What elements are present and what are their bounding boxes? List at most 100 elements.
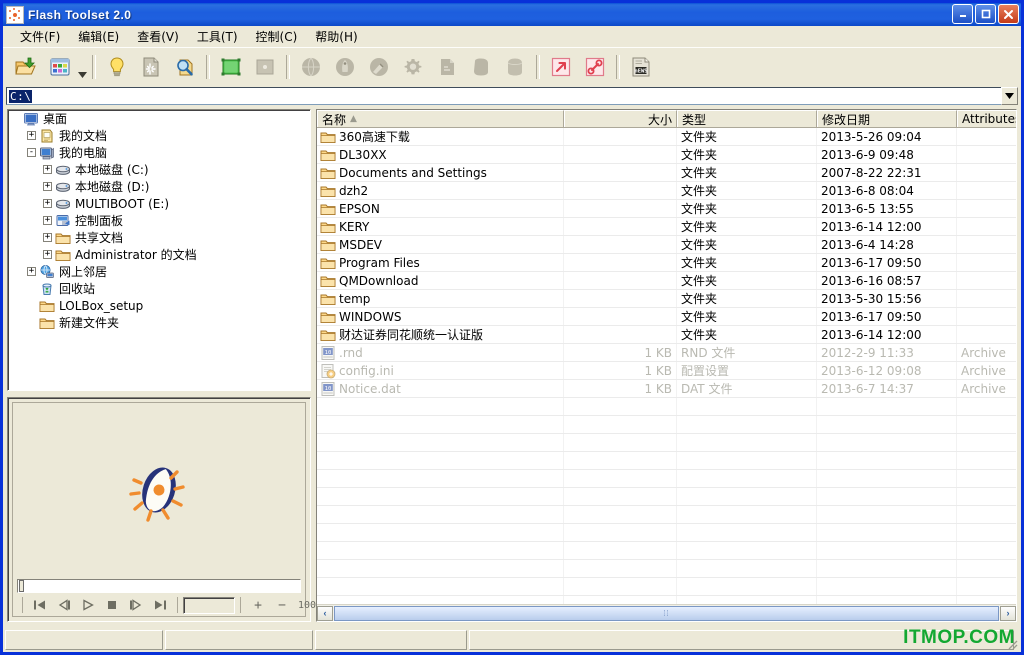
scrollbar-thumb[interactable]: ⁞⁞ bbox=[334, 605, 999, 621]
preview-seek-slider[interactable] bbox=[17, 579, 301, 593]
expand-icon[interactable]: + bbox=[27, 267, 36, 276]
tree-node-administrator-documents[interactable]: + Administrator 的文档 bbox=[8, 246, 310, 263]
file-list-row[interactable]: EPSON 文件夹 2013-6-5 13:55 bbox=[317, 200, 1016, 218]
last-frame-button[interactable] bbox=[148, 595, 172, 616]
document-scan-icon[interactable] bbox=[135, 51, 167, 83]
menu-view[interactable]: 查看(V) bbox=[128, 26, 188, 47]
file-list-row[interactable]: temp 文件夹 2013-5-30 15:56 bbox=[317, 290, 1016, 308]
open-folder-icon[interactable] bbox=[10, 51, 42, 83]
penguin-icon bbox=[329, 51, 361, 83]
address-input[interactable]: C:\ bbox=[6, 87, 1002, 105]
thumbnails-icon[interactable] bbox=[44, 51, 76, 83]
lightbulb-icon[interactable] bbox=[101, 51, 133, 83]
cell-type: 文件夹 bbox=[677, 164, 817, 181]
transport-separator bbox=[177, 597, 178, 613]
tree-node-desktop[interactable]: 桌面 bbox=[8, 110, 310, 127]
tree-node-local-disk-c[interactable]: + 本地磁盘 (C:) bbox=[8, 161, 310, 178]
next-frame-button[interactable] bbox=[124, 595, 148, 616]
link-icon[interactable] bbox=[579, 51, 611, 83]
file-list-row[interactable]: config.ini 1 KB 配置设置 2013-6-12 09:08 Archive bbox=[317, 362, 1016, 380]
tree-node-multiboot-e[interactable]: + MULTIBOOT (E:) bbox=[8, 195, 310, 212]
tree-node-recycle-bin[interactable]: 回收站 bbox=[8, 280, 310, 297]
column-header-name[interactable]: 名称 ▲ bbox=[317, 110, 564, 127]
empty-cell bbox=[817, 470, 957, 487]
file-list-row[interactable]: KERY 文件夹 2013-6-14 12:00 bbox=[317, 218, 1016, 236]
file-list-horizontal-scrollbar[interactable]: ‹ ⁞⁞ › bbox=[317, 604, 1016, 621]
folder-icon bbox=[320, 201, 336, 217]
menu-edit[interactable]: 编辑(E) bbox=[69, 26, 128, 47]
collapse-icon[interactable]: - bbox=[27, 148, 36, 157]
file-list-row[interactable]: QMDownload 文件夹 2013-6-16 08:57 bbox=[317, 272, 1016, 290]
tree-node-local-disk-d[interactable]: + 本地磁盘 (D:) bbox=[8, 178, 310, 195]
scroll-right-arrow-icon[interactable]: › bbox=[1000, 605, 1016, 621]
expand-icon[interactable]: + bbox=[27, 131, 36, 140]
expand-icon[interactable]: + bbox=[43, 182, 52, 191]
seek-thumb[interactable] bbox=[19, 580, 24, 592]
file-list-row[interactable]: WINDOWS 文件夹 2013-6-17 09:50 bbox=[317, 308, 1016, 326]
menu-help[interactable]: 帮助(H) bbox=[306, 26, 366, 47]
first-frame-button[interactable] bbox=[28, 595, 52, 616]
tree-node-my-computer[interactable]: - 我的电脑 bbox=[8, 144, 310, 161]
tree-node-lolbox-setup[interactable]: LOLBox_setup bbox=[8, 297, 310, 314]
menu-control[interactable]: 控制(C) bbox=[247, 26, 307, 47]
column-header-date[interactable]: 修改日期 bbox=[817, 110, 957, 127]
column-header-attrs[interactable]: Attributes bbox=[957, 110, 1016, 127]
cell-text: MSDEV bbox=[339, 237, 383, 252]
expand-icon[interactable]: + bbox=[43, 199, 52, 208]
close-button[interactable] bbox=[998, 4, 1019, 24]
scrollbar-track[interactable]: ⁞⁞ bbox=[333, 605, 1000, 621]
file-list-row[interactable]: 360高速下载 文件夹 2013-5-26 09:04 bbox=[317, 128, 1016, 146]
file-list-row[interactable]: Documents and Settings 文件夹 2007-8-22 22:31 bbox=[317, 164, 1016, 182]
folder-tree[interactable]: 桌面 + 我的文档 - 我的电脑 + 本地磁盘 (C:) + 本地磁盘 (D:) + MULTIBO… bbox=[7, 109, 311, 391]
cell-type: 文件夹 bbox=[677, 272, 817, 289]
tree-node-label: 本地磁盘 (C:) bbox=[75, 163, 149, 177]
expand-icon[interactable]: + bbox=[43, 216, 52, 225]
column-header-size[interactable]: 大小 bbox=[564, 110, 677, 127]
file-list-row[interactable]: 10 Notice.dat 1 KB DAT 文件 2013-6-7 14:37 Arch… bbox=[317, 380, 1016, 398]
tree-node-new-folder[interactable]: 新建文件夹 bbox=[8, 314, 310, 331]
tree-node-shared-documents[interactable]: + 共享文档 bbox=[8, 229, 310, 246]
prev-frame-button[interactable] bbox=[52, 595, 76, 616]
file-list-row[interactable]: MSDEV 文件夹 2013-6-4 14:28 bbox=[317, 236, 1016, 254]
stage-green-icon[interactable] bbox=[215, 51, 247, 83]
empty-cell bbox=[817, 596, 957, 604]
stop-button[interactable] bbox=[100, 595, 124, 616]
column-header-label: 名称 bbox=[322, 112, 347, 127]
export-arrow-icon[interactable] bbox=[545, 51, 577, 83]
play-button[interactable] bbox=[76, 595, 100, 616]
zoom-in-button[interactable]: + bbox=[246, 595, 270, 616]
file-list-row[interactable]: dzh2 文件夹 2013-6-8 08:04 bbox=[317, 182, 1016, 200]
empty-cell bbox=[564, 560, 677, 577]
dropdown-caret-icon[interactable] bbox=[77, 48, 88, 86]
cell-date: 2013-6-9 09:48 bbox=[817, 146, 957, 163]
column-header-type[interactable]: 类型 bbox=[677, 110, 817, 127]
cell-date: 2013-6-17 09:50 bbox=[817, 254, 957, 271]
minimize-button[interactable] bbox=[952, 4, 973, 24]
news-icon[interactable]: nEWS bbox=[625, 51, 657, 83]
expand-icon[interactable]: + bbox=[43, 233, 52, 242]
zoom-out-button[interactable]: − bbox=[270, 595, 294, 616]
frame-number-input[interactable] bbox=[183, 596, 235, 614]
maximize-button[interactable] bbox=[975, 4, 996, 24]
chevron-down-icon[interactable] bbox=[1001, 87, 1018, 105]
menu-file[interactable]: 文件(F) bbox=[11, 26, 69, 47]
menu-tools[interactable]: 工具(T) bbox=[188, 26, 247, 47]
scroll-left-arrow-icon[interactable]: ‹ bbox=[317, 605, 333, 621]
resize-grip-icon[interactable] bbox=[1005, 637, 1019, 651]
file-list-row[interactable]: 财达证券同花顺统一认证版 文件夹 2013-6-14 12:00 bbox=[317, 326, 1016, 344]
expand-icon[interactable]: + bbox=[43, 165, 52, 174]
tree-node-my-documents[interactable]: + 我的文档 bbox=[8, 127, 310, 144]
search-document-icon[interactable] bbox=[169, 51, 201, 83]
expand-icon[interactable]: + bbox=[43, 250, 52, 259]
file-list-row[interactable]: Program Files 文件夹 2013-6-17 09:50 bbox=[317, 254, 1016, 272]
flash-preview-stage[interactable] bbox=[13, 403, 305, 577]
status-pane-1 bbox=[5, 630, 163, 650]
file-list-row[interactable]: DL30XX 文件夹 2013-6-9 09:48 bbox=[317, 146, 1016, 164]
file-list-row[interactable]: 10 .rnd 1 KB RND 文件 2012-2-9 11:33 Archive bbox=[317, 344, 1016, 362]
empty-cell bbox=[564, 470, 677, 487]
file-list-body[interactable]: 360高速下载 文件夹 2013-5-26 09:04 DL30XX 文件夹 2013-6… bbox=[317, 128, 1016, 604]
tree-node-network-places[interactable]: + 网上邻居 bbox=[8, 263, 310, 280]
column-header-label: 大小 bbox=[647, 112, 672, 127]
tree-node-control-panel[interactable]: + 控制面板 bbox=[8, 212, 310, 229]
cell-type: 配置设置 bbox=[677, 362, 817, 379]
